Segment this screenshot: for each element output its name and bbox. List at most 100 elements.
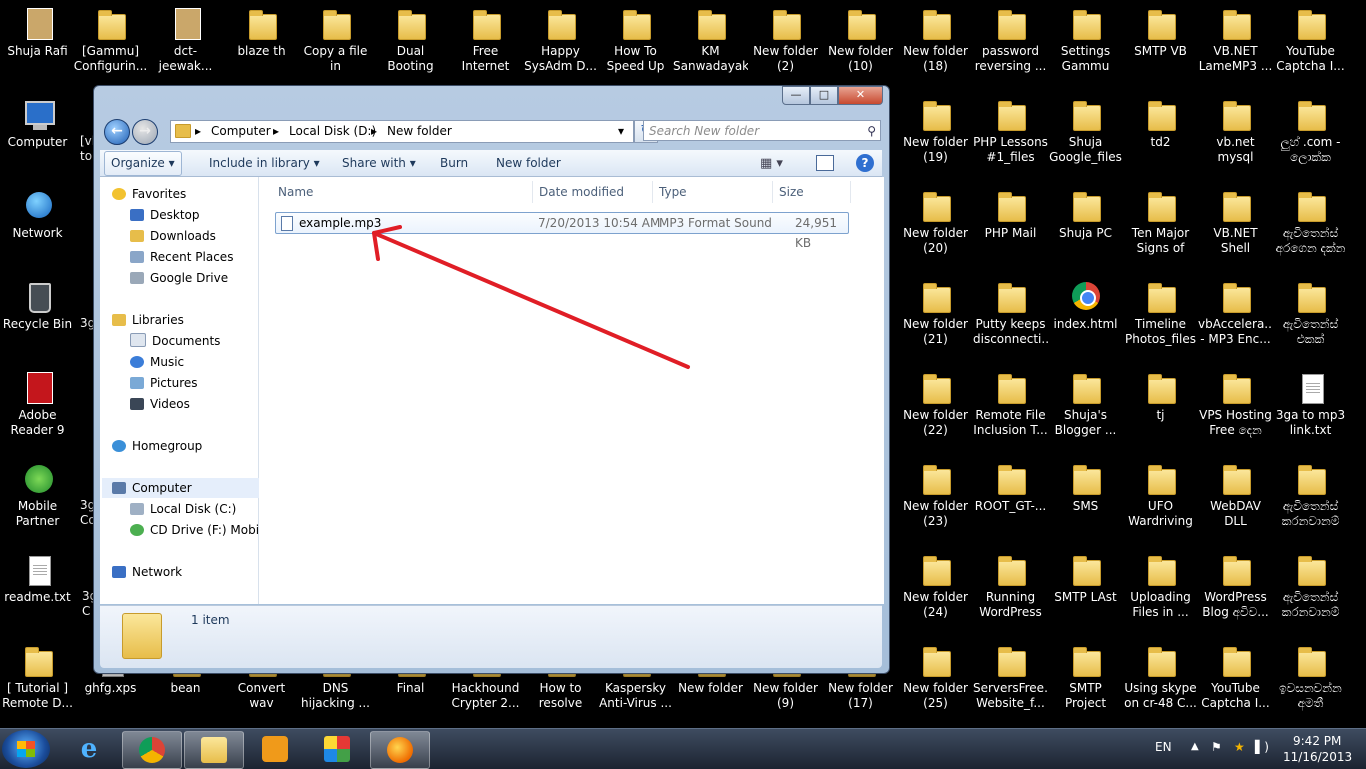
desktop-icon-item[interactable]: vbAccelera... - MP3 Enc...: [1198, 275, 1273, 361]
desktop-icon-item[interactable]: New folder (21): [898, 275, 973, 361]
desktop-icon-item[interactable]: New folder (10): [823, 2, 898, 88]
new-folder-button[interactable]: New folder: [496, 150, 561, 176]
desktop-icon-item[interactable]: WordPress Blog අවිව...: [1198, 548, 1273, 634]
desktop-icon-item[interactable]: New folder (19): [898, 93, 973, 179]
organize-button[interactable]: Organize ▾: [104, 151, 182, 176]
desktop-icon-item[interactable]: SMTP Project: [1048, 639, 1123, 725]
column-name[interactable]: Name: [272, 181, 533, 203]
desktop-icon-item[interactable]: Timeline Photos_files: [1123, 275, 1198, 361]
nav-network[interactable]: Network: [112, 562, 182, 582]
nav-cd-drive[interactable]: CD Drive (F:) Mobile: [130, 520, 270, 540]
desktop-icon-item[interactable]: Putty keeps disconnecti...: [973, 275, 1048, 361]
chevron-down-icon[interactable]: ▾: [618, 121, 624, 141]
desktop-icon-item[interactable]: Shuja Rafi: [0, 2, 75, 88]
firefox-button[interactable]: [370, 731, 430, 769]
desktop-icon-item[interactable]: index.html: [1048, 275, 1123, 361]
maximize-button[interactable]: □: [810, 86, 838, 105]
desktop-icon-item[interactable]: ServersFree... Website_f...: [973, 639, 1048, 725]
desktop-icon-item[interactable]: SMS: [1048, 457, 1123, 543]
desktop-icon-item[interactable]: PHP Mail: [973, 184, 1048, 270]
nav-desktop[interactable]: Desktop: [130, 205, 200, 225]
desktop-icon-item[interactable]: dct-jeewak...: [148, 2, 223, 88]
breadcrumb-local-disk[interactable]: Local Disk (D:): [289, 121, 376, 141]
clock-time[interactable]: 9:42 PM: [1293, 734, 1341, 748]
chevron-up-icon[interactable]: ▲: [1191, 741, 1199, 752]
desktop-icon-item[interactable]: Happy SysAdm D...: [523, 2, 598, 88]
flag-icon[interactable]: ⚑: [1211, 740, 1222, 754]
desktop-icon-item[interactable]: password reversing ...: [973, 2, 1048, 88]
desktop-icon-item[interactable]: Shuja PC: [1048, 184, 1123, 270]
desktop-icon-item[interactable]: Using skype on cr-48 C...: [1123, 639, 1198, 725]
desktop-icon-item[interactable]: VB.NET Shell Function_fi...: [1198, 184, 1273, 270]
volume-icon[interactable]: ▌): [1255, 740, 1269, 754]
desktop-icon-item[interactable]: Network: [0, 184, 75, 270]
desktop-icon-item[interactable]: Recycle Bin: [0, 275, 75, 361]
desktop-icon-item[interactable]: Settings Gammu for...: [1048, 2, 1123, 88]
desktop-icon-item[interactable]: ඇවිතෙන්ස් එකක් තොමළේ ලබා...: [1273, 275, 1348, 361]
desktop-icon-item[interactable]: Shuja's Blogger ...: [1048, 366, 1123, 452]
clock-date[interactable]: 11/16/2013: [1283, 750, 1352, 764]
desktop-icon-item[interactable]: SMTP VB: [1123, 2, 1198, 88]
media-player-button[interactable]: [246, 731, 304, 767]
desktop-icon-item[interactable]: New folder (2): [748, 2, 823, 88]
desktop-icon-item[interactable]: PHP Lessons #1_files: [973, 93, 1048, 179]
desktop-icon-item[interactable]: New folder (25): [898, 639, 973, 725]
nav-favorites[interactable]: Favorites: [112, 184, 186, 204]
desktop-icon-item[interactable]: YouTube Captcha I...: [1273, 2, 1348, 88]
desktop-icon-item[interactable]: VB.NET LameMP3 ...: [1198, 2, 1273, 88]
desktop-icon-item[interactable]: New folder (24): [898, 548, 973, 634]
column-size[interactable]: Size: [773, 181, 851, 203]
breadcrumb-new-folder[interactable]: New folder: [387, 121, 452, 141]
desktop-icon-item[interactable]: Running WordPress ...: [973, 548, 1048, 634]
language-indicator[interactable]: EN: [1155, 740, 1172, 754]
nav-pictures[interactable]: Pictures: [130, 373, 198, 393]
nav-local-disk-c[interactable]: Local Disk (C:): [130, 499, 236, 519]
desktop-icon-item[interactable]: Copy a file in VB.net Da...: [298, 2, 373, 88]
view-options-icon[interactable]: ▦ ▾: [760, 156, 783, 171]
preview-pane-icon[interactable]: [816, 155, 834, 171]
help-icon[interactable]: ?: [856, 154, 874, 172]
nav-libraries[interactable]: Libraries: [112, 310, 184, 330]
desktop-icon-item[interactable]: Uploading Files in ...: [1123, 548, 1198, 634]
desktop-icon-item[interactable]: VPS Hosting Free දෙන අ...: [1198, 366, 1273, 452]
desktop-icon-item[interactable]: KM Sanwadayak: [673, 2, 748, 88]
desktop-icon-item[interactable]: Computer: [0, 93, 75, 179]
forward-button[interactable]: →: [132, 119, 158, 145]
explorer-button[interactable]: [184, 731, 244, 769]
breadcrumb-computer[interactable]: Computer: [211, 121, 271, 141]
nav-computer[interactable]: Computer: [102, 478, 260, 498]
desktop-icon-item[interactable]: ඉවසනවන්න අමතී නත් පෝස්ට්...: [1273, 639, 1348, 725]
nav-downloads[interactable]: Downloads: [130, 226, 216, 246]
desktop-icon-item[interactable]: New folder (23): [898, 457, 973, 543]
column-date-modified[interactable]: Date modified: [533, 181, 653, 203]
desktop-icon-item[interactable]: Remote File Inclusion T...: [973, 366, 1048, 452]
desktop-icon-item[interactable]: UFO Wardriving ...: [1123, 457, 1198, 543]
desktop-icon-item[interactable]: How To Speed Up T...: [598, 2, 673, 88]
internet-explorer-button[interactable]: e: [60, 731, 118, 767]
include-in-library-button[interactable]: Include in library ▾: [209, 150, 320, 176]
desktop-icon-item[interactable]: ඇවිතෙන්ස් කරනවානම් ම...: [1273, 548, 1348, 634]
desktop-icon-item[interactable]: New folder (20): [898, 184, 973, 270]
nav-videos[interactable]: Videos: [130, 394, 190, 414]
close-button[interactable]: ✕: [838, 86, 883, 105]
nav-google-drive[interactable]: Google Drive: [130, 268, 228, 288]
desktop-icon-item[interactable]: tj: [1123, 366, 1198, 452]
chrome-button[interactable]: [122, 731, 182, 769]
desktop-icon-item[interactable]: 3ga to mp3 link.txt: [1273, 366, 1348, 452]
search-input[interactable]: Search New folder ⚲: [643, 120, 881, 141]
desktop-icon-item[interactable]: SMTP LAst: [1048, 548, 1123, 634]
desktop-icon-item[interactable]: Mobile Partner: [0, 457, 75, 543]
desktop-icon-item[interactable]: Adobe Reader 9: [0, 366, 75, 452]
back-button[interactable]: ←: [104, 119, 130, 145]
desktop-icon-item[interactable]: Shuja Google_files: [1048, 93, 1123, 179]
desktop-icon-item[interactable]: Free Internet Connection...: [448, 2, 523, 88]
share-with-button[interactable]: Share with ▾: [342, 150, 416, 176]
desktop-icon-item[interactable]: [ Tutorial ] Remote D...: [0, 639, 75, 725]
desktop-icon-item[interactable]: WebDAV DLL Hijacking T...: [1198, 457, 1273, 543]
minimize-button[interactable]: —: [782, 86, 810, 105]
desktop-icon-item[interactable]: Dual Booting Android & ...: [373, 2, 448, 88]
search-icon[interactable]: ⚲: [867, 121, 876, 141]
desktop-icon-item[interactable]: ඇවිතෙන්ස් අරගෙන දක්න ...: [1273, 184, 1348, 270]
desktop-icon-item[interactable]: td2: [1123, 93, 1198, 179]
start-button[interactable]: [2, 730, 50, 768]
